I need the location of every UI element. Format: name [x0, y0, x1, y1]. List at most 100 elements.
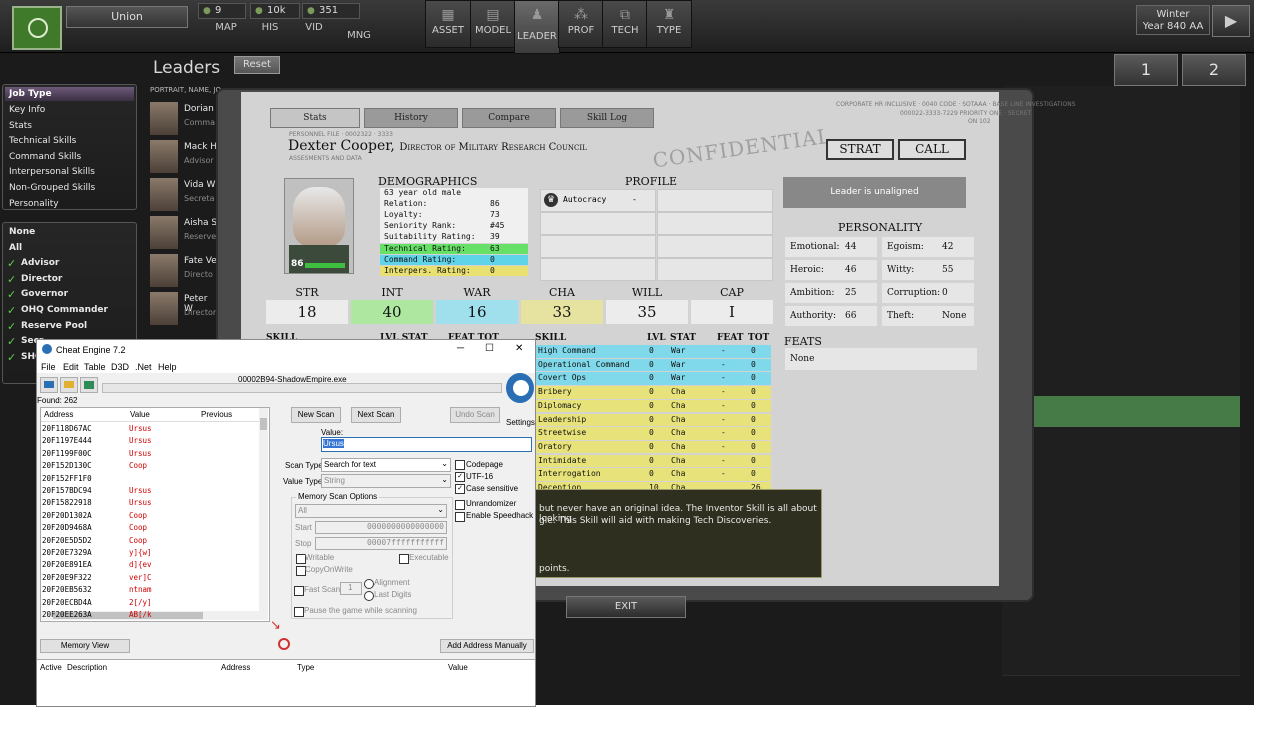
leader-list-row[interactable] [1002, 241, 1240, 273]
next-scan-button[interactable]: Next Scan [351, 407, 401, 423]
open-file-icon[interactable] [60, 377, 78, 393]
result-row[interactable]: 20F152FF1F0 [41, 473, 263, 485]
skill-row[interactable]: Streetwise 0 Cha - 0 [535, 427, 771, 440]
result-row[interactable]: 20F152D130C Coop [41, 460, 263, 472]
stop-address-input[interactable]: 00007fffffffffff [315, 537, 447, 550]
result-row[interactable]: 20F20ECBD4A 2[/y] [41, 597, 263, 609]
result-row[interactable]: 20F1197E444 Ursus [41, 435, 263, 447]
col-address[interactable]: Address [221, 663, 250, 672]
skill-row[interactable]: High Command 0 War - 0 [535, 345, 771, 358]
nav-map[interactable]: MAP [206, 22, 246, 33]
faction-flag[interactable] [12, 6, 62, 50]
call-button[interactable]: CALL [898, 139, 966, 160]
leader-list-row[interactable] [1002, 148, 1240, 180]
maximize-icon[interactable]: ☐ [485, 343, 494, 354]
model-button[interactable]: ▤ MODEL [470, 0, 516, 48]
leader-row[interactable]: Mack H Advisor [148, 138, 218, 175]
result-row[interactable]: 20F20E9F322 ver]C [41, 572, 263, 584]
job-type-item[interactable]: Interpersonal Skills [3, 165, 136, 181]
prof-button[interactable]: ⁂ PROF [558, 0, 604, 48]
job-type-item[interactable]: Key Info [3, 103, 136, 119]
profile-cell[interactable] [657, 258, 773, 281]
page-2-button[interactable]: 2 [1182, 54, 1246, 86]
last-digits-radio[interactable] [364, 591, 374, 601]
menu-table[interactable]: Table [84, 362, 106, 372]
leader-list-row[interactable] [1002, 458, 1240, 490]
profile-cell[interactable] [657, 212, 773, 235]
result-row[interactable]: 20F20EE263A AB[/k [41, 609, 263, 621]
profile-cell[interactable] [657, 235, 773, 258]
value-input[interactable]: Ursus [321, 437, 532, 452]
menu-edit[interactable]: Edit [63, 362, 79, 372]
profile-cell[interactable]: ♛ Autocracy - [540, 189, 656, 212]
profile-cell[interactable] [540, 212, 656, 235]
filter-checkbox-item[interactable]: Governor [3, 287, 136, 303]
settings-label[interactable]: Settings [506, 418, 535, 427]
nav-mng[interactable]: MNG [339, 30, 379, 41]
result-row[interactable]: 20F15822918 Ursus [41, 497, 263, 509]
col-value[interactable]: Value [130, 410, 150, 419]
leader-list-row[interactable] [1002, 489, 1240, 521]
unrandomizer-checkbox[interactable] [455, 500, 465, 510]
tab-history[interactable]: History [364, 108, 458, 128]
col-previous[interactable]: Previous [201, 410, 232, 419]
leader-button[interactable]: ♟ LEADER [514, 0, 560, 54]
leader-list-row[interactable] [1002, 582, 1240, 614]
profile-cell[interactable] [657, 189, 773, 212]
profile-cell[interactable] [540, 235, 656, 258]
skill-row[interactable]: Covert Ops 0 War - 0 [535, 372, 771, 385]
menu-file[interactable]: File [41, 362, 56, 372]
fast-scan-input[interactable]: 1 [340, 582, 362, 595]
type-button[interactable]: ♜ TYPE [646, 0, 692, 48]
job-type-item[interactable]: Stats [3, 119, 136, 135]
undo-scan-button[interactable]: Undo Scan [450, 407, 500, 423]
settings-logo-icon[interactable] [504, 373, 535, 413]
executable-checkbox[interactable] [399, 554, 409, 564]
skill-row[interactable]: Bribery 0 Cha - 0 [535, 386, 771, 399]
filter-checkbox-item[interactable]: Reserve Pool [3, 319, 136, 335]
pointer-arrow-icon[interactable]: ↘ [270, 618, 286, 632]
result-row[interactable]: 20F118D67AC Ursus [41, 423, 263, 435]
new-scan-button[interactable]: New Scan [291, 407, 341, 423]
ce-titlebar[interactable]: Cheat Engine 7.2 ─ ☐ ✕ [37, 340, 535, 359]
nav-vid[interactable]: VID [294, 22, 334, 33]
col-description[interactable]: Description [67, 663, 107, 672]
result-row[interactable]: 20F20D9468A Coop [41, 522, 263, 534]
asset-button[interactable]: ▦ ASSET [425, 0, 471, 48]
leader-list-row[interactable] [1002, 334, 1240, 366]
leader-list-row[interactable] [1002, 520, 1240, 552]
result-row[interactable]: 20F20D1302A Coop [41, 510, 263, 522]
minimize-icon[interactable]: ─ [457, 343, 464, 354]
leader-row[interactable]: Peter W Director [148, 290, 218, 327]
menu-d3d[interactable]: D3D [111, 362, 129, 372]
leader-list-row[interactable] [1002, 551, 1240, 583]
col-type[interactable]: Type [297, 663, 314, 672]
speedhack-checkbox[interactable] [455, 512, 465, 522]
menu-help[interactable]: Help [158, 362, 177, 372]
col-address[interactable]: Address [44, 410, 73, 419]
job-type-item[interactable]: Technical Skills [3, 134, 136, 150]
filter-item[interactable]: All [3, 241, 136, 257]
job-type-item[interactable]: Non-Grouped Skills [3, 181, 136, 197]
nav-his[interactable]: HIS [250, 22, 290, 33]
result-row[interactable]: 20F20E5D5D2 Coop [41, 535, 263, 547]
save-icon[interactable] [80, 377, 98, 393]
result-row[interactable]: 20F1199F00C Ursus [41, 448, 263, 460]
skill-row[interactable]: Oratory 0 Cha - 0 [535, 440, 771, 454]
filter-checkbox-item[interactable]: Director [3, 272, 136, 288]
filter-checkbox-item[interactable]: OHQ Commander [3, 303, 136, 319]
leader-list-row[interactable] [1002, 210, 1240, 242]
add-address-manually-button[interactable]: Add Address Manually [440, 639, 534, 653]
value-type-select[interactable]: String ⌄ [321, 474, 451, 488]
filter-item[interactable]: None [3, 225, 136, 241]
leader-row[interactable]: Aisha S Reserve [148, 214, 218, 251]
leader-row[interactable]: Vida W Secreta [148, 176, 218, 213]
codepage-checkbox[interactable] [455, 460, 465, 470]
leader-list-row[interactable] [1002, 396, 1240, 428]
job-type-header[interactable]: Job Type [5, 87, 134, 101]
stop-icon[interactable] [278, 638, 290, 650]
pause-checkbox[interactable] [294, 607, 304, 617]
col-active[interactable]: Active [40, 663, 62, 672]
tab-skill-log[interactable]: Skill Log [560, 108, 654, 128]
tab-compare[interactable]: Compare [462, 108, 556, 128]
